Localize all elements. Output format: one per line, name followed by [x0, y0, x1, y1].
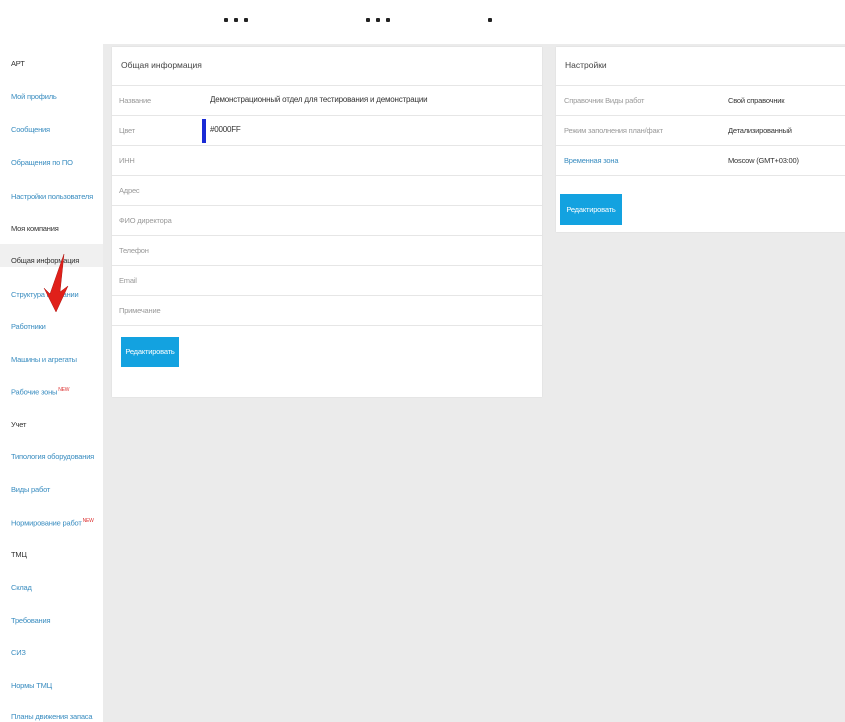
info-label: ИНН	[119, 156, 135, 165]
new-badge: NEW	[58, 387, 70, 393]
sidebar-item-equipment-types[interactable]: Типология оборудования	[11, 452, 94, 461]
general-info-panel: Общая информация Название Демонстрационн…	[112, 47, 542, 397]
settings-divider	[556, 175, 845, 176]
dot-icon	[376, 18, 380, 22]
settings-value: Свой справочник	[728, 96, 785, 105]
sidebar-item-profile[interactable]: Мой профиль	[11, 92, 57, 101]
sidebar-header-company: Моя компания	[11, 224, 59, 233]
dot-icon	[488, 18, 492, 22]
info-label: Телефон	[119, 246, 149, 255]
info-label: Примечание	[119, 306, 161, 315]
info-label: Адрес	[119, 186, 140, 195]
info-row-director: ФИО директора	[112, 205, 542, 236]
dot-icon	[244, 18, 248, 22]
settings-row-work-types: Справочник Виды работ Свой справочник	[556, 85, 845, 116]
dot-icon	[234, 18, 238, 22]
sidebar-header-tmc: ТМЦ	[11, 550, 27, 559]
sidebar-item-work-norms[interactable]: Нормирование работNEW	[11, 518, 94, 528]
settings-panel: Настройки Справочник Виды работ Свой спр…	[556, 47, 845, 232]
sidebar-item-label: Нормирование работ	[11, 518, 82, 528]
settings-value: Детализированный	[728, 126, 792, 135]
info-label: Email	[119, 276, 137, 285]
sidebar-item-ppe[interactable]: СИЗ	[11, 648, 26, 657]
sidebar-item-requests[interactable]: Обращения по ПО	[11, 158, 73, 167]
settings-row-fill-mode: Режим заполнения план/факт Детализирован…	[556, 115, 845, 146]
info-label: ФИО директора	[119, 216, 172, 225]
sidebar-item-requirements[interactable]: Требования	[11, 616, 51, 625]
sidebar-item-warehouse[interactable]: Склад	[11, 583, 32, 592]
settings-value: Moscow (GMT+03:00)	[728, 156, 799, 165]
sidebar-item-label: Рабочие зоны	[11, 387, 58, 397]
dot-icon	[366, 18, 370, 22]
info-value: Демонстрационный отдел для тестирования …	[210, 95, 428, 104]
sidebar: АРТ Мой профиль Сообщения Обращения по П…	[0, 44, 103, 722]
color-swatch	[202, 119, 206, 143]
info-row-email: Email	[112, 265, 542, 296]
sidebar-item-work-zones[interactable]: Рабочие зоныNEW	[11, 387, 70, 397]
info-row-phone: Телефон	[112, 235, 542, 266]
info-label: Цвет	[119, 126, 136, 135]
sidebar-header-accounting: Учет	[11, 420, 27, 429]
sidebar-item-tmc-norms[interactable]: Нормы ТМЦ	[11, 681, 52, 690]
settings-label[interactable]: Временная зона	[564, 156, 619, 165]
info-row-color: Цвет #0000FF	[112, 115, 542, 146]
general-info-title: Общая информация	[121, 60, 202, 70]
settings-label: Справочник Виды работ	[564, 96, 645, 105]
dot-icon	[224, 18, 228, 22]
info-value: #0000FF	[210, 125, 241, 134]
new-badge: NEW	[82, 518, 94, 524]
sidebar-item-work-types[interactable]: Виды работ	[11, 485, 50, 494]
info-row-address: Адрес	[112, 175, 542, 206]
sidebar-header-art: АРТ	[11, 59, 25, 68]
settings-row-timezone: Временная зона Moscow (GMT+03:00)	[556, 145, 845, 176]
info-row-name: Название Демонстрационный отдел для тест…	[112, 85, 542, 116]
info-divider	[112, 325, 542, 326]
settings-edit-button[interactable]: Редактировать	[560, 194, 622, 225]
sidebar-item-stock-plans[interactable]: Планы движения запаса	[11, 712, 93, 721]
info-row-note: Примечание	[112, 295, 542, 326]
sidebar-item-messages[interactable]: Сообщения	[11, 125, 50, 134]
info-label: Название	[119, 96, 151, 105]
sidebar-item-workers[interactable]: Работники	[11, 322, 46, 331]
general-info-edit-button[interactable]: Редактировать	[121, 337, 179, 367]
top-dots	[0, 18, 845, 30]
info-row-inn: ИНН	[112, 145, 542, 176]
sidebar-item-machines[interactable]: Машины и агрегаты	[11, 355, 77, 364]
main-content: Общая информация Название Демонстрационн…	[103, 44, 845, 722]
settings-title: Настройки	[565, 60, 607, 70]
arrow-cursor-icon	[43, 253, 69, 312]
dot-icon	[386, 18, 390, 22]
settings-label: Режим заполнения план/факт	[564, 126, 663, 135]
top-bar	[0, 0, 845, 44]
sidebar-item-user-settings[interactable]: Настройки пользователя	[11, 192, 93, 201]
